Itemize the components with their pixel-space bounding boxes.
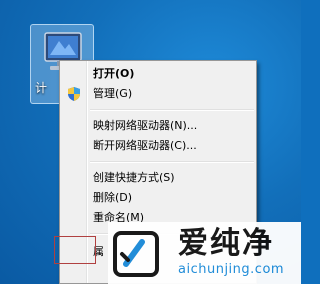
menu-item-label: 删除(D) — [93, 191, 133, 204]
menu-item-manage[interactable]: 管理(G) — [62, 84, 254, 104]
brand-logo-icon — [113, 231, 159, 277]
uac-shield-icon — [68, 87, 80, 101]
menu-item-label: 映射网络驱动器(N)... — [93, 119, 198, 132]
menu-item-open[interactable]: 打开(O) — [62, 64, 254, 84]
menu-item-label: 管理(G) — [93, 87, 133, 100]
highlight-box — [54, 236, 96, 264]
brand-url: aichunjing.com — [178, 262, 285, 277]
menu-item-label: 打开(O) — [93, 67, 135, 80]
brand-name: 爱纯净 — [178, 226, 274, 261]
menu-separator — [90, 109, 254, 111]
menu-item-label: 断开网络驱动器(C)... — [93, 139, 197, 152]
desktop-icon-label: 计 — [35, 81, 48, 95]
menu-separator — [90, 161, 254, 163]
menu-item-disconnect-network-drive[interactable]: 断开网络驱动器(C)... — [62, 136, 254, 156]
menu-item-label: 创建快捷方式(S) — [93, 171, 175, 184]
menu-item-map-network-drive[interactable]: 映射网络驱动器(N)... — [62, 116, 254, 136]
watermark: 爱纯净 aichunjing.com — [108, 222, 301, 284]
menu-item-create-shortcut[interactable]: 创建快捷方式(S) — [62, 168, 254, 188]
menu-item-delete[interactable]: 删除(D) — [62, 188, 254, 208]
